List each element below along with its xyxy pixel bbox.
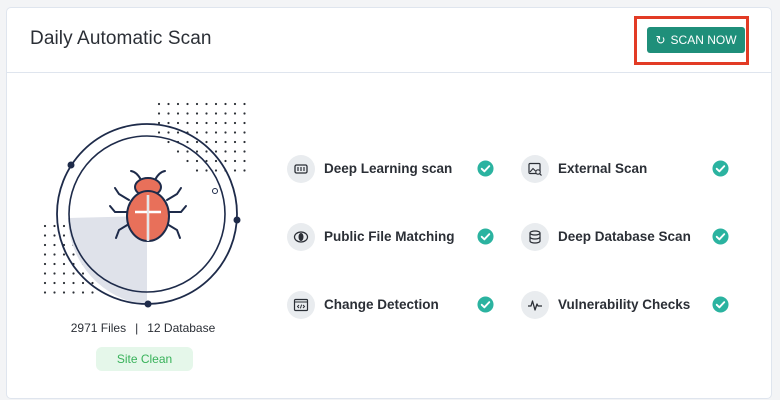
daily-scan-card: Daily Automatic Scan ↻ SCAN NOW 2971 Fil…: [6, 7, 772, 399]
feature-public-file-matching: Public File Matching: [287, 222, 497, 252]
feature-change-detection: Change Detection: [287, 290, 497, 320]
check-circle-icon: [712, 228, 729, 245]
feature-label: Change Detection: [324, 297, 439, 312]
check-circle-icon: [477, 296, 494, 313]
check-circle-icon: [477, 160, 494, 177]
check-circle-icon: [477, 228, 494, 245]
eye-icon: [287, 223, 315, 251]
stats-separator: |: [135, 321, 139, 335]
dot-pattern-top-right: [157, 102, 246, 172]
image-search-icon: [521, 155, 549, 183]
scan-now-button[interactable]: ↻ SCAN NOW: [647, 27, 745, 53]
feature-deep-learning-scan: Deep Learning scan: [287, 154, 497, 184]
feature-label: Public File Matching: [324, 229, 455, 244]
feature-deep-database-scan: Deep Database Scan: [521, 222, 731, 252]
feature-external-scan: External Scan: [521, 154, 731, 184]
feature-label: External Scan: [558, 161, 648, 176]
feature-vulnerability-checks: Vulnerability Checks: [521, 290, 731, 320]
feature-label: Deep Database Scan: [558, 229, 691, 244]
feature-label: Deep Learning scan: [324, 161, 453, 176]
pulse-icon: [521, 291, 549, 319]
database-icon: [521, 223, 549, 251]
check-circle-icon: [712, 160, 729, 177]
database-count: 12 Database: [147, 321, 216, 335]
scan-now-label: SCAN NOW: [670, 33, 737, 47]
chip-icon: [287, 155, 315, 183]
refresh-icon: ↻: [655, 33, 666, 47]
scan-illustration: [43, 102, 246, 308]
code-window-icon: [287, 291, 315, 319]
status-badge: Site Clean: [96, 347, 193, 371]
files-count: 2971 Files: [70, 321, 127, 335]
feature-label: Vulnerability Checks: [558, 297, 691, 312]
scan-stats: 2971 Files | 12 Database: [43, 321, 243, 335]
check-circle-icon: [712, 296, 729, 313]
card-title: Daily Automatic Scan: [30, 28, 212, 49]
